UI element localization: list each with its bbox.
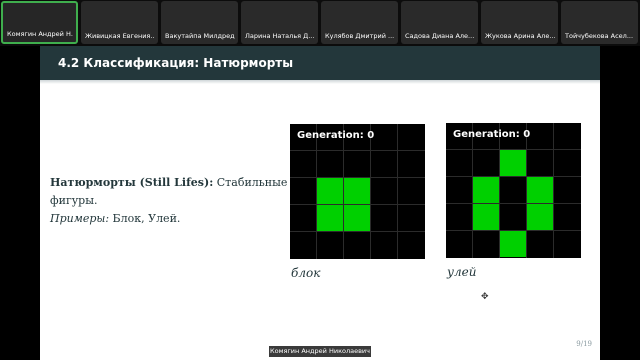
participant-strip: Комягин Андрей Н... Живицкая Евгения... …: [0, 0, 640, 46]
live-cell: [344, 205, 370, 231]
participant-name: Живицкая Евгения...: [85, 32, 155, 40]
participant-name: Кулябов Дмитрий ...: [325, 32, 395, 40]
live-cell: [344, 178, 370, 204]
live-cell: [500, 150, 526, 176]
cursor-icon: ✥: [481, 292, 489, 302]
beehive-grid: Generation: 0: [446, 123, 581, 258]
live-cell: [527, 204, 553, 230]
participant-name: Садова Диана Але...: [405, 32, 475, 40]
participant-name: Жукова Арина Але...: [485, 32, 555, 40]
participant-tile-1[interactable]: Комягин Андрей Н...: [1, 1, 78, 44]
live-cell: [473, 204, 499, 230]
live-cell: [500, 231, 526, 257]
slide-page-number: 9/19: [576, 340, 592, 348]
examples-label: Примеры:: [50, 212, 110, 225]
slide-description: Натюрморты (Still Lifes): Стабильные фиг…: [50, 174, 287, 228]
slide-title: 4.2 Классификация: Натюрморты: [58, 56, 294, 70]
participant-name: Ларина Наталья Д...: [245, 32, 315, 40]
participant-tile-2[interactable]: Живицкая Евгения...: [81, 1, 158, 44]
generation-label: Generation: 0: [453, 129, 531, 140]
term-text: Стабильные: [213, 176, 288, 189]
beehive-caption: улей: [447, 265, 477, 279]
term-label: Натюрморты (Still Lifes):: [50, 176, 214, 189]
active-speaker-label: Комягин Андрей Николаевич: [269, 346, 371, 357]
participant-name: Тойчубекова Асел...: [565, 32, 634, 40]
participant-name: Вакутайпа Милдред: [165, 32, 235, 40]
generation-label: Generation: 0: [297, 130, 375, 141]
presentation-slide: 4.2 Классификация: Натюрморты Натюрморты…: [40, 46, 600, 360]
participant-tile-4[interactable]: Ларина Наталья Д...: [241, 1, 318, 44]
participant-name: Комягин Андрей Н...: [7, 30, 73, 38]
live-cell: [527, 177, 553, 203]
slide-title-bar: 4.2 Классификация: Натюрморты: [40, 46, 600, 80]
participant-tile-5[interactable]: Кулябов Дмитрий ...: [321, 1, 398, 44]
block-caption: блок: [291, 266, 321, 280]
live-cell: [317, 205, 343, 231]
participant-tile-6[interactable]: Садова Диана Але...: [401, 1, 478, 44]
title-shadow: [40, 80, 600, 84]
participant-tile-8[interactable]: Тойчубекова Асел...: [561, 1, 638, 44]
live-cell: [473, 177, 499, 203]
description-line-2: фигуры.: [50, 194, 98, 207]
examples-text: Блок, Улей.: [109, 212, 181, 225]
live-cell: [317, 178, 343, 204]
participant-tile-7[interactable]: Жукова Арина Але...: [481, 1, 558, 44]
block-grid: Generation: 0: [290, 124, 425, 259]
participant-tile-3[interactable]: Вакутайпа Милдред: [161, 1, 238, 44]
